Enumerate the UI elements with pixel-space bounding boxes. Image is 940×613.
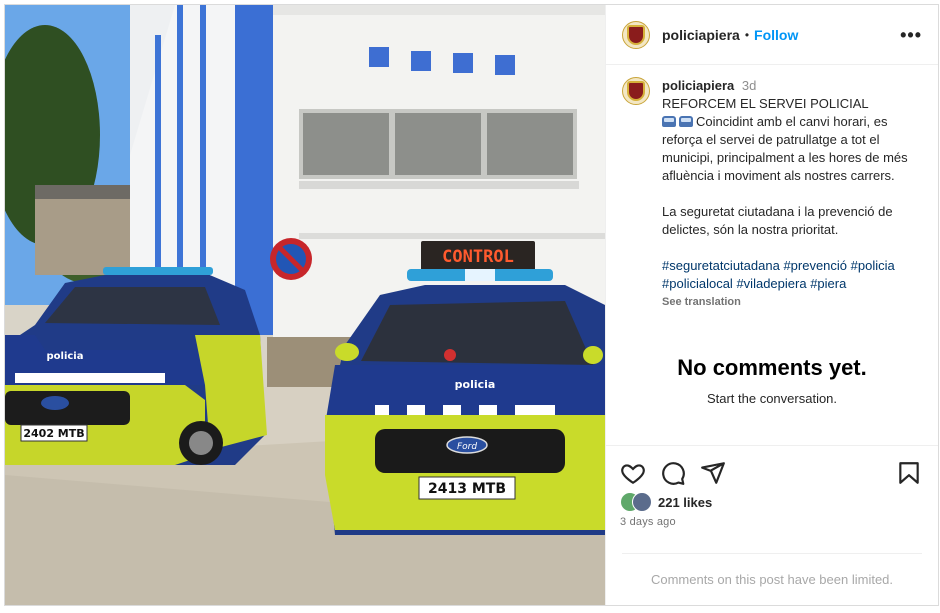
more-horizontal-icon[interactable]: ••• [900,26,922,44]
police-cars-photo: CONTROL 2402 MTB policia Ford 2413 MTB p… [5,5,605,605]
post-dialog: CONTROL 2402 MTB policia Ford 2413 MTB p… [4,4,939,606]
caption-paragraph-2: La seguretat ciutadana i la prevenció de… [662,204,893,237]
header-username[interactable]: policiapiera [662,27,740,43]
police-shield-icon [627,24,645,45]
comments-limited-notice: Comments on this post have been limited. [622,553,922,587]
hashtag-link[interactable]: #policialocal [662,276,733,291]
police-car-emoji-icon [662,116,676,127]
caption-paragraph-1: Coincidint amb el canvi horari, es refor… [662,114,908,183]
action-bar: 221 likes 3 days ago [606,445,938,528]
avatar[interactable] [622,20,650,49]
police-car-emoji-icon [679,116,693,127]
post-caption: policiapiera 3d REFORCEM EL SERVEI POLIC… [606,65,938,311]
follow-button[interactable]: Follow [754,27,798,43]
caption-time[interactable]: 3d [742,78,756,93]
liker-avatar [632,492,652,512]
left-plate-text: 2402 MTB [23,427,84,440]
post-time-ago[interactable]: 3 days ago [620,516,922,528]
share-icon[interactable] [700,460,726,486]
see-translation-link[interactable]: See translation [662,293,922,311]
post-sidebar: policiapiera • Follow ••• policiapiera 3… [605,5,938,605]
post-header: policiapiera • Follow ••• [606,5,938,65]
comment-icon[interactable] [660,460,686,486]
caption-headline: REFORCEM EL SERVEI POLICIAL [662,96,869,111]
caption-hashtags: #seguretatciutadana #prevenció #policia … [662,257,922,293]
hashtag-link[interactable]: #seguretatciutadana [662,258,780,273]
caption-username[interactable]: policiapiera [662,78,734,93]
post-image[interactable]: CONTROL 2402 MTB policia Ford 2413 MTB p… [5,5,605,605]
hashtag-link[interactable]: #policia [851,258,895,273]
hashtag-link[interactable]: #viladepiera [736,276,806,291]
right-plate-text: 2413 MTB [428,481,506,497]
heart-icon[interactable] [620,460,646,486]
bookmark-icon[interactable] [896,460,922,486]
hashtag-link[interactable]: #prevenció [783,258,847,273]
no-comments-title: No comments yet. [677,355,867,380]
control-sign-text: CONTROL [442,247,514,267]
likes-count[interactable]: 221 likes [658,495,712,510]
liker-avatars [620,492,658,512]
hashtag-link[interactable]: #piera [810,276,846,291]
police-shield-icon [627,81,645,101]
left-car-badge: policia [47,351,84,362]
likes-row: 221 likes [620,492,922,512]
empty-comments: No comments yet. Start the conversation. [606,355,938,406]
caption-avatar[interactable] [622,77,650,105]
ford-logo-text: Ford [457,442,477,452]
no-comments-subtitle: Start the conversation. [706,391,838,406]
separator-dot: • [744,27,750,42]
right-car-badge: policia [455,378,496,391]
